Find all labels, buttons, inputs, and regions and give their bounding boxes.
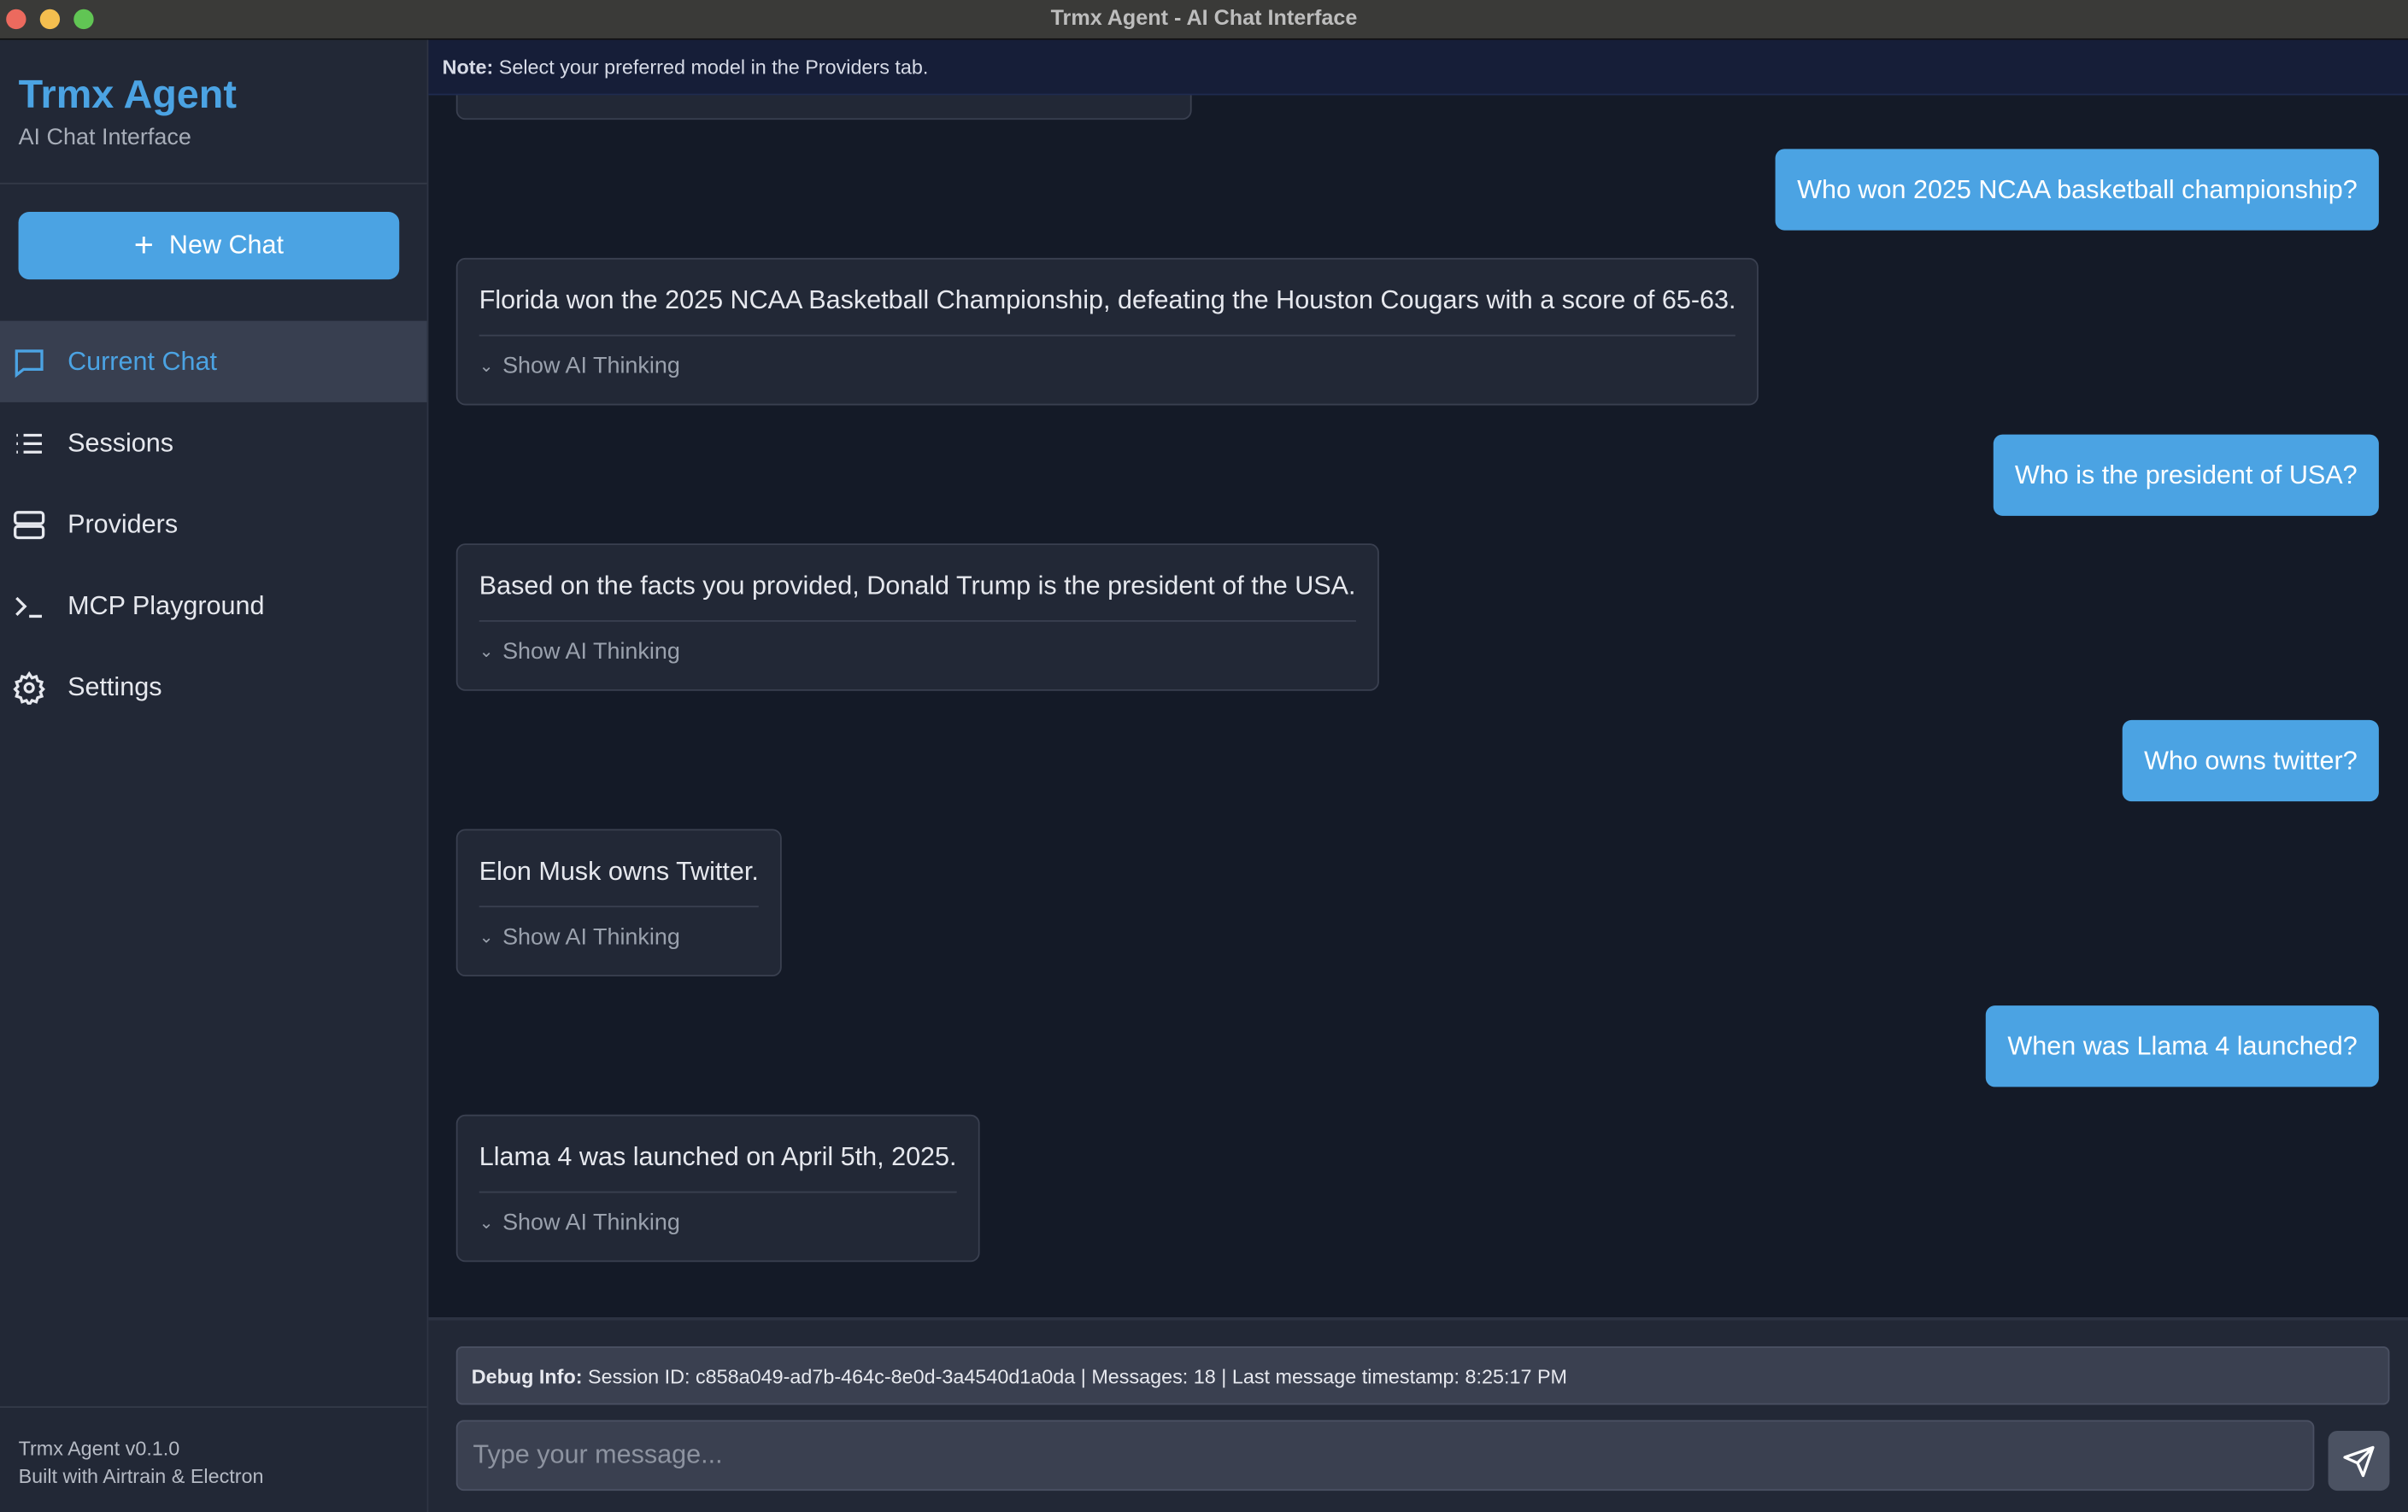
gear-icon: [13, 670, 45, 705]
app-brand: Trmx Agent: [18, 70, 237, 117]
toggle-label: Show AI Thinking: [502, 1210, 680, 1236]
assistant-message-partial: [455, 95, 1192, 120]
assistant-message: Elon Musk owns Twitter. ⌄ Show AI Thinkin…: [455, 829, 782, 977]
assistant-message: Based on the facts you provided, Donald …: [455, 543, 1379, 691]
message-input[interactable]: [455, 1420, 2315, 1491]
show-thinking-toggle[interactable]: ⌄ Show AI Thinking: [479, 337, 1736, 379]
message-text: Elon Musk owns Twitter.: [479, 830, 759, 908]
new-chat-button[interactable]: + New Chat: [18, 212, 400, 280]
note-label: Note:: [442, 55, 494, 79]
built-with-text: Built with Airtrain & Electron: [18, 1464, 264, 1488]
window-title: Trmx Agent - AI Chat Interface: [1050, 4, 1358, 30]
show-thinking-toggle[interactable]: ⌄ Show AI Thinking: [479, 907, 759, 951]
message-list: Who won 2025 NCAA basketball championshi…: [428, 95, 2408, 1317]
user-message: When was Llama 4 launched?: [1986, 1005, 2379, 1087]
send-icon: [2343, 1445, 2375, 1477]
chevron-down-icon: ⌄: [479, 643, 494, 662]
chat-bubble-icon: [15, 349, 44, 378]
user-message: Who owns twitter?: [2122, 719, 2379, 802]
divider: [0, 182, 427, 185]
note-banner: Note: Select your preferred model in the…: [428, 39, 2408, 96]
message-text: Based on the facts you provided, Donald …: [479, 545, 1356, 622]
debug-info: Debug Info: Session ID: c858a049-ad7b-46…: [455, 1346, 2390, 1405]
sidebar-item-label: Settings: [68, 671, 162, 701]
toggle-label: Show AI Thinking: [502, 638, 680, 665]
message-text: Florida won the 2025 NCAA Basketball Cha…: [479, 260, 1736, 337]
toggle-label: Show AI Thinking: [502, 353, 680, 379]
sidebar-footer: Trmx Agent v0.1.0 Built with Airtrain & …: [0, 1406, 427, 1491]
toggle-label: Show AI Thinking: [502, 923, 680, 951]
message-text: Llama 4 was launched on April 5th, 2025.: [479, 1116, 957, 1193]
message-text: Who won 2025 NCAA basketball championshi…: [1797, 173, 2358, 204]
sidebar-item-label: Sessions: [68, 427, 174, 457]
terminal-icon: [15, 595, 42, 618]
note-text: Select your preferred model in the Provi…: [493, 55, 929, 79]
message-text: When was Llama 4 launched?: [2007, 1030, 2358, 1060]
assistant-message: Llama 4 was launched on April 5th, 2025.…: [455, 1114, 980, 1263]
message-text: Who is the president of USA?: [2014, 460, 2358, 489]
plus-icon: +: [133, 226, 154, 265]
sidebar-item-providers[interactable]: Providers: [0, 483, 427, 565]
sidebar: Trmx Agent AI Chat Interface + New Chat …: [0, 39, 429, 1512]
composer-area: Debug Info: Session ID: c858a049-ad7b-46…: [428, 1316, 2408, 1512]
app-subtitle: AI Chat Interface: [18, 124, 191, 151]
sidebar-item-label: Current Chat: [68, 346, 217, 376]
sidebar-nav: Current Chat Sessions Providers MCP Play…: [0, 320, 427, 728]
list-icon: [16, 432, 42, 454]
sidebar-item-settings[interactable]: Settings: [0, 647, 427, 728]
chevron-down-icon: ⌄: [479, 357, 494, 377]
title-bar: Trmx Agent - AI Chat Interface: [0, 0, 2408, 40]
sidebar-item-sessions[interactable]: Sessions: [0, 402, 427, 483]
chevron-down-icon: ⌄: [479, 1214, 494, 1234]
user-message: Who won 2025 NCAA basketball championshi…: [1775, 149, 2379, 231]
version-text: Trmx Agent v0.1.0: [18, 1437, 180, 1461]
debug-text: Session ID: c858a049-ad7b-464c-8e0d-3a45…: [582, 1364, 1568, 1388]
assistant-message: Florida won the 2025 NCAA Basketball Cha…: [455, 257, 1759, 406]
chevron-down-icon: ⌄: [479, 929, 494, 947]
user-message: Who is the president of USA?: [1993, 434, 2379, 516]
sidebar-item-mcp-playground[interactable]: MCP Playground: [0, 565, 427, 646]
server-icon: [14, 510, 45, 539]
debug-label: Debug Info:: [471, 1364, 583, 1388]
show-thinking-toggle[interactable]: ⌄ Show AI Thinking: [479, 1193, 957, 1236]
send-button[interactable]: [2328, 1430, 2390, 1491]
sidebar-item-current-chat[interactable]: Current Chat: [0, 320, 427, 402]
sidebar-item-label: Providers: [68, 508, 179, 538]
sidebar-item-label: MCP Playground: [68, 590, 265, 620]
message-text: Who owns twitter?: [2144, 745, 2358, 775]
new-chat-label: New Chat: [168, 230, 285, 260]
show-thinking-toggle[interactable]: ⌄ Show AI Thinking: [479, 622, 1356, 665]
